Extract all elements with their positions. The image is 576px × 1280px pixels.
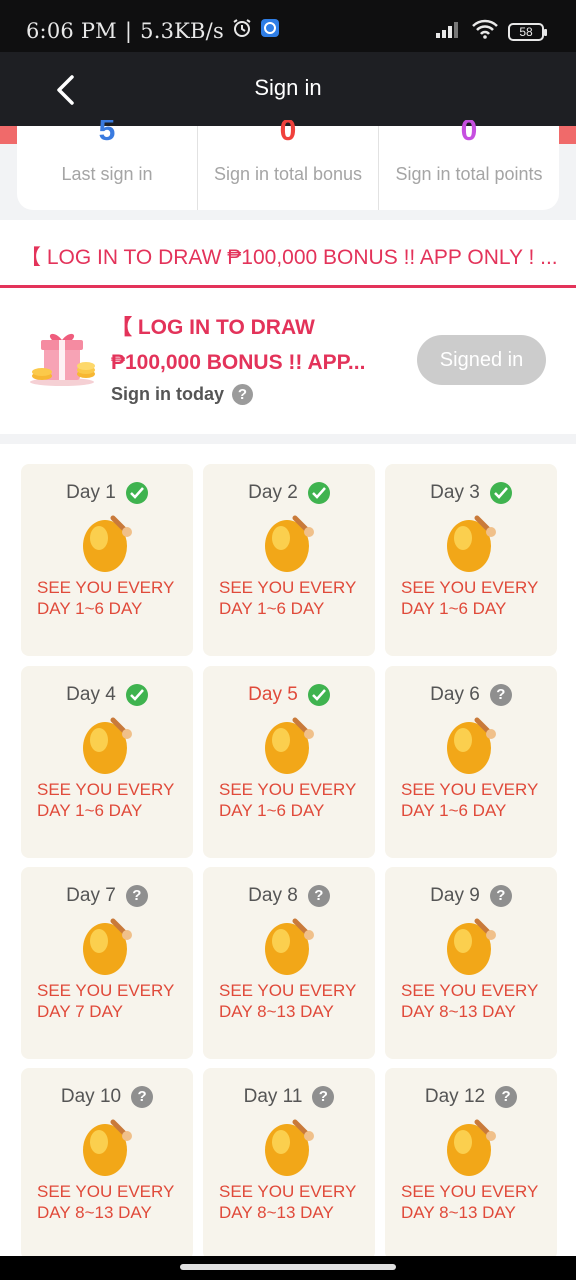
stats-section: 5 Last sign in 0 Sign in total bonus 0 S… bbox=[0, 120, 576, 220]
stat-value: 0 bbox=[460, 120, 478, 142]
home-indicator[interactable] bbox=[180, 1264, 396, 1270]
stat-last-sign-in: 5 Last sign in bbox=[17, 120, 197, 210]
stats-card: 5 Last sign in 0 Sign in total bonus 0 S… bbox=[17, 120, 559, 210]
day-card[interactable]: Day 2 SEE YOU EVERY DAY 1~6 DAY bbox=[203, 464, 375, 656]
help-icon[interactable]: ? bbox=[489, 885, 512, 907]
battery-icon: 58 bbox=[508, 22, 547, 41]
day-card-today[interactable]: Day 5 SEE YOU EVERY DAY 1~6 DAY bbox=[203, 666, 375, 858]
day-description: SEE YOU EVERY DAY 8~13 DAY bbox=[401, 981, 539, 1021]
day-label: Day 2 bbox=[248, 482, 298, 503]
day-label: Day 11 bbox=[243, 1086, 303, 1107]
status-bar: 6:06 PM | 5.3KB/s 58 bbox=[0, 0, 576, 52]
signin-title-line1: 【 LOG IN TO DRAW bbox=[111, 316, 315, 339]
day-card[interactable]: Day 7? SEE YOU EVERY DAY 7 DAY bbox=[21, 867, 193, 1059]
check-icon bbox=[307, 684, 330, 706]
day-label: Day 9 bbox=[430, 885, 480, 906]
gift-icon bbox=[28, 328, 98, 388]
golden-egg-icon bbox=[265, 1119, 314, 1176]
golden-egg-icon bbox=[83, 1119, 132, 1176]
help-icon[interactable]: ? bbox=[489, 684, 512, 706]
golden-egg-icon bbox=[83, 717, 132, 774]
day-label: Day 1 bbox=[66, 482, 116, 503]
day-description: SEE YOU EVERY DAY 7 DAY bbox=[37, 981, 175, 1021]
gesture-bar-area bbox=[0, 1256, 576, 1280]
day-card[interactable]: Day 8? SEE YOU EVERY DAY 8~13 DAY bbox=[203, 867, 375, 1059]
day-description: SEE YOU EVERY DAY 1~6 DAY bbox=[219, 780, 357, 820]
day-description: SEE YOU EVERY DAY 8~13 DAY bbox=[37, 1182, 175, 1222]
stat-value: 0 bbox=[279, 120, 297, 142]
day-card[interactable]: Day 3 SEE YOU EVERY DAY 1~6 DAY bbox=[385, 464, 557, 656]
marquee-text: 【 LOG IN TO DRAW ₱100,000 BONUS !! APP O… bbox=[20, 246, 558, 269]
check-icon bbox=[489, 482, 512, 504]
signal-icon bbox=[436, 20, 462, 43]
day-label: Day 12 bbox=[424, 1086, 486, 1107]
golden-egg-icon bbox=[447, 918, 496, 975]
day-card[interactable]: Day 6? SEE YOU EVERY DAY 1~6 DAY bbox=[385, 666, 557, 858]
alarm-icon bbox=[232, 18, 252, 43]
stat-value: 5 bbox=[98, 120, 116, 142]
day-card[interactable]: Day 9? SEE YOU EVERY DAY 8~13 DAY bbox=[385, 867, 557, 1059]
day-card[interactable]: Day 1 SEE YOU EVERY DAY 1~6 DAY bbox=[21, 464, 193, 656]
day-label: Day 8 bbox=[248, 885, 298, 906]
golden-egg-icon bbox=[265, 918, 314, 975]
day-label: Day 7 bbox=[66, 885, 116, 906]
stat-label: Sign in total points bbox=[395, 164, 543, 184]
header-accent-left bbox=[0, 126, 18, 144]
help-icon[interactable]: ? bbox=[312, 1086, 335, 1108]
day-description: SEE YOU EVERY DAY 8~13 DAY bbox=[401, 1182, 539, 1222]
signed-in-button[interactable]: Signed in bbox=[417, 335, 546, 385]
day-description: SEE YOU EVERY DAY 8~13 DAY bbox=[219, 981, 357, 1021]
signin-title: 【 LOG IN TO DRAW ₱100,000 BONUS !! APP..… bbox=[111, 310, 401, 380]
day-card[interactable]: Day 4 SEE YOU EVERY DAY 1~6 DAY bbox=[21, 666, 193, 858]
stat-label: Sign in total bonus bbox=[213, 164, 363, 184]
day-description: SEE YOU EVERY DAY 1~6 DAY bbox=[37, 780, 175, 820]
stat-label: Last sign in bbox=[61, 164, 153, 184]
day-description: SEE YOU EVERY DAY 1~6 DAY bbox=[401, 578, 539, 618]
check-icon bbox=[125, 482, 148, 504]
header-accent-right bbox=[558, 126, 576, 144]
day-card[interactable]: Day 11? SEE YOU EVERY DAY 8~13 DAY bbox=[203, 1068, 375, 1256]
golden-egg-icon bbox=[447, 515, 496, 572]
golden-egg-icon bbox=[265, 515, 314, 572]
golden-egg-icon bbox=[83, 918, 132, 975]
help-icon[interactable]: ? bbox=[232, 384, 254, 405]
day-label: Day 4 bbox=[66, 684, 116, 705]
day-label: Day 10 bbox=[60, 1086, 122, 1107]
stat-total-points: 0 Sign in total points bbox=[378, 120, 559, 210]
help-icon[interactable]: ? bbox=[495, 1086, 518, 1108]
signin-panel: 【 LOG IN TO DRAW ₱100,000 BONUS !! APP..… bbox=[0, 288, 576, 434]
golden-egg-icon bbox=[447, 1119, 496, 1176]
day-label: Day 5 bbox=[248, 684, 298, 705]
page-title: Sign in bbox=[254, 75, 322, 100]
wifi-icon bbox=[472, 19, 498, 44]
sync-app-icon bbox=[260, 18, 280, 43]
announcement-marquee[interactable]: 【 LOG IN TO DRAW ₱100,000 BONUS !! APP O… bbox=[0, 220, 576, 288]
day-description: SEE YOU EVERY DAY 1~6 DAY bbox=[401, 780, 539, 820]
day-label: Day 3 bbox=[430, 482, 480, 503]
status-divider: | bbox=[124, 18, 133, 43]
day-reward-grid: Day 1 SEE YOU EVERY DAY 1~6 DAY Day 2 SE… bbox=[0, 444, 576, 1256]
day-card[interactable]: Day 12? SEE YOU EVERY DAY 8~13 DAY bbox=[385, 1068, 557, 1256]
top-nav-bar: Sign in bbox=[0, 52, 576, 126]
day-card[interactable]: Day 10? SEE YOU EVERY DAY 8~13 DAY bbox=[21, 1068, 193, 1256]
check-icon bbox=[307, 482, 330, 504]
signin-subtitle-text: Sign in today bbox=[111, 384, 225, 404]
day-description: SEE YOU EVERY DAY 8~13 DAY bbox=[219, 1182, 357, 1222]
golden-egg-icon bbox=[83, 515, 132, 572]
signin-title-line2: ₱100,000 BONUS !! APP... bbox=[111, 351, 366, 374]
day-description: SEE YOU EVERY DAY 1~6 DAY bbox=[37, 578, 175, 618]
stat-total-bonus: 0 Sign in total bonus bbox=[197, 120, 378, 210]
help-icon[interactable]: ? bbox=[131, 1086, 154, 1108]
network-speed: 5.3KB/s bbox=[140, 18, 224, 43]
golden-egg-icon bbox=[265, 717, 314, 774]
day-description: SEE YOU EVERY DAY 1~6 DAY bbox=[219, 578, 357, 618]
status-time: 6:06 PM bbox=[26, 18, 117, 43]
day-label: Day 6 bbox=[430, 684, 480, 705]
help-icon[interactable]: ? bbox=[307, 885, 330, 907]
golden-egg-icon bbox=[447, 717, 496, 774]
check-icon bbox=[125, 684, 148, 706]
help-icon[interactable]: ? bbox=[125, 885, 148, 907]
signin-subtitle: Sign in today ? bbox=[111, 384, 254, 405]
